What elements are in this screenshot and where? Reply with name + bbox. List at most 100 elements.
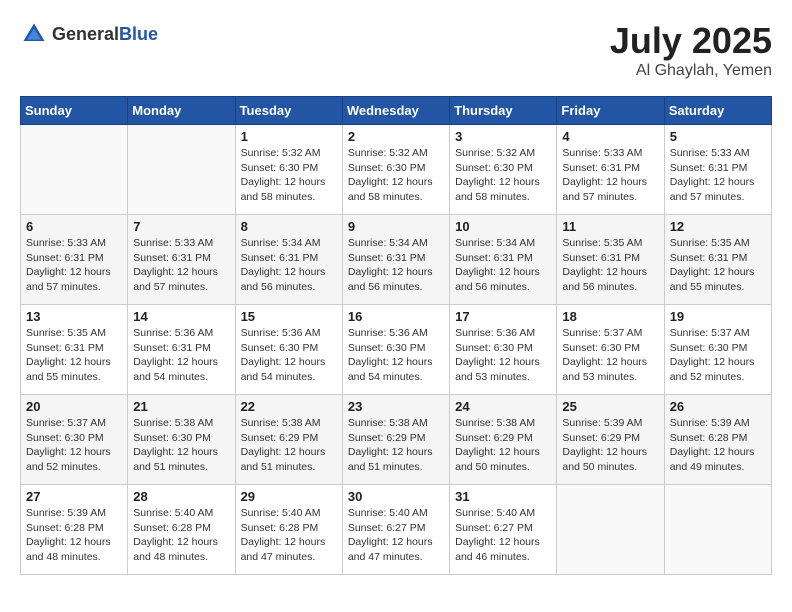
header-cell-friday: Friday [557,97,664,125]
day-number: 19 [670,309,766,324]
day-detail: Sunrise: 5:34 AM Sunset: 6:31 PM Dayligh… [348,236,444,295]
calendar-table: SundayMondayTuesdayWednesdayThursdayFrid… [20,96,772,575]
day-number: 25 [562,399,658,414]
day-detail: Sunrise: 5:36 AM Sunset: 6:30 PM Dayligh… [241,326,337,385]
day-number: 16 [348,309,444,324]
day-number: 3 [455,129,551,144]
day-number: 11 [562,219,658,234]
day-number: 1 [241,129,337,144]
day-number: 9 [348,219,444,234]
calendar-cell: 12 Sunrise: 5:35 AM Sunset: 6:31 PM Dayli… [664,215,771,305]
day-number: 14 [133,309,229,324]
calendar-cell: 18 Sunrise: 5:37 AM Sunset: 6:30 PM Dayli… [557,305,664,395]
calendar-cell: 11Sunrise: 5:35 AM Sunset: 6:31 PM Dayli… [557,215,664,305]
calendar-cell [128,125,235,215]
calendar-cell [664,485,771,575]
day-detail: Sunrise: 5:39 AM Sunset: 6:28 PM Dayligh… [26,506,122,565]
day-number: 24 [455,399,551,414]
calendar-cell: 27 Sunrise: 5:39 AM Sunset: 6:28 PM Dayli… [21,485,128,575]
day-detail: Sunrise: 5:37 AM Sunset: 6:30 PM Dayligh… [26,416,122,475]
logo: GeneralBlue [20,20,158,48]
day-detail: Sunrise: 5:38 AM Sunset: 6:29 PM Dayligh… [241,416,337,475]
day-detail: Sunrise: 5:39 AM Sunset: 6:28 PM Dayligh… [670,416,766,475]
day-detail: Sunrise: 5:40 AM Sunset: 6:28 PM Dayligh… [241,506,337,565]
day-detail: Sunrise: 5:32 AM Sunset: 6:30 PM Dayligh… [455,146,551,205]
calendar-cell: 22 Sunrise: 5:38 AM Sunset: 6:29 PM Dayli… [235,395,342,485]
calendar-cell: 6 Sunrise: 5:33 AM Sunset: 6:31 PM Daylig… [21,215,128,305]
day-number: 22 [241,399,337,414]
logo-text-general: General [52,24,119,44]
day-detail: Sunrise: 5:40 AM Sunset: 6:27 PM Dayligh… [348,506,444,565]
logo-text-blue: Blue [119,24,158,44]
day-detail: Sunrise: 5:36 AM Sunset: 6:30 PM Dayligh… [348,326,444,385]
calendar-cell: 23Sunrise: 5:38 AM Sunset: 6:29 PM Dayli… [342,395,449,485]
day-detail: Sunrise: 5:32 AM Sunset: 6:30 PM Dayligh… [241,146,337,205]
header-cell-wednesday: Wednesday [342,97,449,125]
calendar-cell: 17 Sunrise: 5:36 AM Sunset: 6:30 PM Dayli… [450,305,557,395]
calendar-cell [557,485,664,575]
header-cell-sunday: Sunday [21,97,128,125]
day-number: 2 [348,129,444,144]
day-number: 6 [26,219,122,234]
calendar-cell: 14 Sunrise: 5:36 AM Sunset: 6:31 PM Dayli… [128,305,235,395]
page-header: GeneralBlue July 2025 Al Ghaylah, Yemen [20,20,772,80]
calendar-cell: 20 Sunrise: 5:37 AM Sunset: 6:30 PM Dayli… [21,395,128,485]
day-number: 23 [348,399,444,414]
day-number: 17 [455,309,551,324]
calendar-cell [21,125,128,215]
day-detail: Sunrise: 5:34 AM Sunset: 6:31 PM Dayligh… [455,236,551,295]
calendar-cell: 28 Sunrise: 5:40 AM Sunset: 6:28 PM Dayli… [128,485,235,575]
day-number: 18 [562,309,658,324]
calendar-cell: 7 Sunrise: 5:33 AM Sunset: 6:31 PM Daylig… [128,215,235,305]
day-number: 4 [562,129,658,144]
day-number: 20 [26,399,122,414]
header-row: SundayMondayTuesdayWednesdayThursdayFrid… [21,97,772,125]
day-detail: Sunrise: 5:33 AM Sunset: 6:31 PM Dayligh… [26,236,122,295]
calendar-location: Al Ghaylah, Yemen [610,62,772,80]
calendar-cell: 15 Sunrise: 5:36 AM Sunset: 6:30 PM Dayli… [235,305,342,395]
calendar-week-3: 20 Sunrise: 5:37 AM Sunset: 6:30 PM Dayli… [21,395,772,485]
calendar-body: 1 Sunrise: 5:32 AM Sunset: 6:30 PM Daylig… [21,125,772,575]
title-block: July 2025 Al Ghaylah, Yemen [610,20,772,80]
calendar-cell: 24Sunrise: 5:38 AM Sunset: 6:29 PM Dayli… [450,395,557,485]
day-detail: Sunrise: 5:39 AM Sunset: 6:29 PM Dayligh… [562,416,658,475]
day-number: 29 [241,489,337,504]
calendar-cell: 13Sunrise: 5:35 AM Sunset: 6:31 PM Dayli… [21,305,128,395]
day-number: 31 [455,489,551,504]
day-detail: Sunrise: 5:33 AM Sunset: 6:31 PM Dayligh… [562,146,658,205]
day-number: 10 [455,219,551,234]
day-detail: Sunrise: 5:36 AM Sunset: 6:31 PM Dayligh… [133,326,229,385]
day-number: 13 [26,309,122,324]
calendar-cell: 19Sunrise: 5:37 AM Sunset: 6:30 PM Dayli… [664,305,771,395]
header-cell-monday: Monday [128,97,235,125]
day-number: 27 [26,489,122,504]
day-number: 15 [241,309,337,324]
calendar-cell: 5 Sunrise: 5:33 AM Sunset: 6:31 PM Daylig… [664,125,771,215]
day-detail: Sunrise: 5:40 AM Sunset: 6:28 PM Dayligh… [133,506,229,565]
calendar-cell: 29 Sunrise: 5:40 AM Sunset: 6:28 PM Dayli… [235,485,342,575]
calendar-week-2: 13Sunrise: 5:35 AM Sunset: 6:31 PM Dayli… [21,305,772,395]
day-detail: Sunrise: 5:37 AM Sunset: 6:30 PM Dayligh… [562,326,658,385]
header-cell-saturday: Saturday [664,97,771,125]
calendar-cell: 26Sunrise: 5:39 AM Sunset: 6:28 PM Dayli… [664,395,771,485]
day-number: 12 [670,219,766,234]
calendar-cell: 25 Sunrise: 5:39 AM Sunset: 6:29 PM Dayli… [557,395,664,485]
day-detail: Sunrise: 5:33 AM Sunset: 6:31 PM Dayligh… [133,236,229,295]
day-detail: Sunrise: 5:34 AM Sunset: 6:31 PM Dayligh… [241,236,337,295]
calendar-cell: 31Sunrise: 5:40 AM Sunset: 6:27 PM Dayli… [450,485,557,575]
day-detail: Sunrise: 5:33 AM Sunset: 6:31 PM Dayligh… [670,146,766,205]
calendar-cell: 10 Sunrise: 5:34 AM Sunset: 6:31 PM Dayli… [450,215,557,305]
day-number: 7 [133,219,229,234]
day-number: 8 [241,219,337,234]
calendar-title: July 2025 [610,20,772,62]
day-detail: Sunrise: 5:35 AM Sunset: 6:31 PM Dayligh… [670,236,766,295]
day-number: 28 [133,489,229,504]
calendar-week-1: 6 Sunrise: 5:33 AM Sunset: 6:31 PM Daylig… [21,215,772,305]
calendar-cell: 8 Sunrise: 5:34 AM Sunset: 6:31 PM Daylig… [235,215,342,305]
calendar-header: SundayMondayTuesdayWednesdayThursdayFrid… [21,97,772,125]
day-detail: Sunrise: 5:36 AM Sunset: 6:30 PM Dayligh… [455,326,551,385]
calendar-cell: 3 Sunrise: 5:32 AM Sunset: 6:30 PM Daylig… [450,125,557,215]
day-number: 5 [670,129,766,144]
calendar-cell: 16 Sunrise: 5:36 AM Sunset: 6:30 PM Dayli… [342,305,449,395]
calendar-cell: 9 Sunrise: 5:34 AM Sunset: 6:31 PM Daylig… [342,215,449,305]
